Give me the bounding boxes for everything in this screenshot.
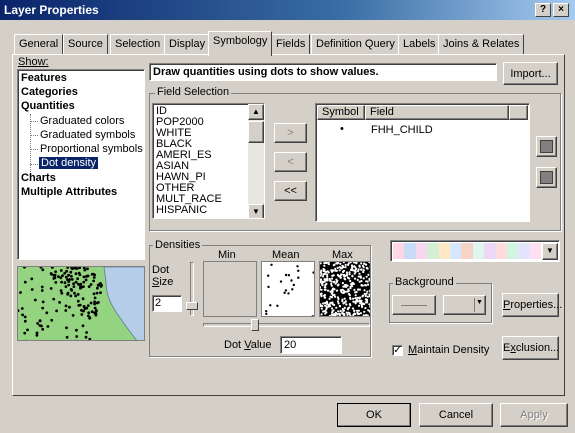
field-column-header[interactable]: Field bbox=[365, 105, 509, 120]
chevron-down-icon[interactable]: ▼ bbox=[542, 243, 558, 260]
tree-connector bbox=[30, 114, 31, 174]
background-fill-button[interactable]: ▼ bbox=[443, 295, 486, 315]
dot-value-input[interactable]: 20 bbox=[280, 336, 342, 354]
dot-size-input[interactable]: 2 bbox=[152, 295, 182, 312]
show-item-graduated-colors[interactable]: Graduated colors bbox=[40, 115, 124, 127]
tree-connector bbox=[30, 164, 38, 165]
remove-all-fields-button[interactable]: << bbox=[274, 181, 307, 201]
ok-button[interactable]: OK bbox=[337, 403, 411, 427]
tab-definition-query[interactable]: Definition Query bbox=[311, 34, 400, 55]
background-label: Background bbox=[393, 276, 456, 288]
field-list[interactable]: ID POP2000 WHITE BLACK AMERI_ES ASIAN HAWN_PI O… bbox=[152, 103, 265, 219]
tree-connector bbox=[30, 121, 38, 122]
close-button[interactable]: × bbox=[553, 3, 569, 17]
tab-fields[interactable]: Fields bbox=[271, 34, 311, 55]
field-cell: FHH_CHILD bbox=[371, 124, 433, 136]
remove-field-button[interactable]: < bbox=[274, 152, 307, 172]
field-list-item[interactable]: HISPANIC bbox=[156, 205, 207, 216]
min-label: Min bbox=[218, 249, 236, 261]
show-label: Show: bbox=[18, 56, 49, 68]
symbol-cell: • bbox=[340, 123, 344, 135]
background-outline-button[interactable] bbox=[392, 295, 436, 315]
max-density-preview bbox=[319, 261, 371, 317]
dot-color-swatch-2[interactable] bbox=[536, 167, 557, 188]
import-button[interactable]: Import... bbox=[503, 62, 558, 85]
show-item-quantities[interactable]: Quantities bbox=[21, 100, 75, 112]
scroll-up-button[interactable]: ▲ bbox=[248, 104, 264, 120]
selected-fields-table[interactable]: Symbol Field • FHH_CHILD bbox=[315, 103, 530, 222]
description-bar: Draw quantities using dots to show value… bbox=[149, 63, 497, 81]
window-title: Layer Properties bbox=[4, 3, 99, 17]
max-label: Max bbox=[332, 249, 353, 261]
dot-color-swatch-1[interactable] bbox=[536, 136, 557, 157]
tab-symbology[interactable]: Symbology bbox=[208, 31, 273, 56]
blank-column-header bbox=[509, 105, 528, 120]
show-item-features[interactable]: Features bbox=[21, 72, 67, 84]
dot-value-slider-thumb[interactable] bbox=[251, 319, 259, 331]
dot-value-label: Dot Value bbox=[224, 339, 272, 351]
field-list-scrollbar[interactable]: ▲ ▼ bbox=[248, 104, 264, 218]
properties-button[interactable]: Properties... bbox=[502, 293, 562, 317]
show-item-multiple-attributes[interactable]: Multiple Attributes bbox=[21, 186, 117, 198]
tab-selection[interactable]: Selection bbox=[110, 34, 166, 55]
apply-button[interactable]: Apply bbox=[500, 403, 568, 427]
dot-size-label: Dot Size bbox=[152, 264, 174, 288]
dot-value-slider-track[interactable] bbox=[203, 323, 370, 327]
tab-general[interactable]: General bbox=[14, 34, 64, 55]
show-item-categories[interactable]: Categories bbox=[21, 86, 78, 98]
scroll-thumb[interactable] bbox=[248, 121, 264, 143]
show-item-charts[interactable]: Charts bbox=[21, 172, 56, 184]
show-item-proportional-symbols[interactable]: Proportional symbols bbox=[40, 143, 143, 155]
tab-joins-relates[interactable]: Joins & Relates bbox=[438, 34, 525, 55]
tab-labels[interactable]: Labels bbox=[398, 34, 441, 55]
add-field-button[interactable]: > bbox=[274, 123, 307, 143]
tab-source[interactable]: Source bbox=[63, 34, 108, 55]
title-bar: Layer Properties bbox=[0, 0, 575, 20]
min-density-preview bbox=[203, 261, 257, 317]
dot-size-slider-thumb[interactable] bbox=[186, 302, 198, 310]
densities-label: Densities bbox=[153, 239, 203, 251]
symbol-column-header[interactable]: Symbol bbox=[317, 105, 365, 120]
mean-label: Mean bbox=[272, 249, 300, 261]
color-ramp-dropdown[interactable]: ▼ bbox=[390, 240, 560, 262]
maintain-density-label: Maintain Density bbox=[408, 344, 490, 356]
mean-density-preview bbox=[261, 261, 315, 317]
cancel-button[interactable]: Cancel bbox=[419, 403, 493, 427]
description-text: Draw quantities using dots to show value… bbox=[153, 66, 379, 78]
tree-connector bbox=[30, 149, 38, 150]
exclusion-button[interactable]: Exclusion... bbox=[502, 336, 559, 360]
scroll-down-button[interactable]: ▼ bbox=[248, 204, 264, 218]
show-item-graduated-symbols[interactable]: Graduated symbols bbox=[40, 129, 135, 141]
map-preview bbox=[17, 266, 145, 341]
tree-connector bbox=[30, 135, 38, 136]
help-button[interactable]: ? bbox=[535, 3, 551, 17]
field-selection-label: Field Selection bbox=[155, 86, 232, 98]
show-item-dot-density[interactable]: Dot density bbox=[39, 157, 99, 169]
map-preview-image bbox=[18, 267, 144, 340]
show-tree[interactable]: Features Categories Quantities Graduated… bbox=[17, 69, 145, 260]
maintain-density-checkbox[interactable]: ✓ bbox=[392, 345, 403, 356]
tab-display[interactable]: Display bbox=[164, 34, 211, 55]
